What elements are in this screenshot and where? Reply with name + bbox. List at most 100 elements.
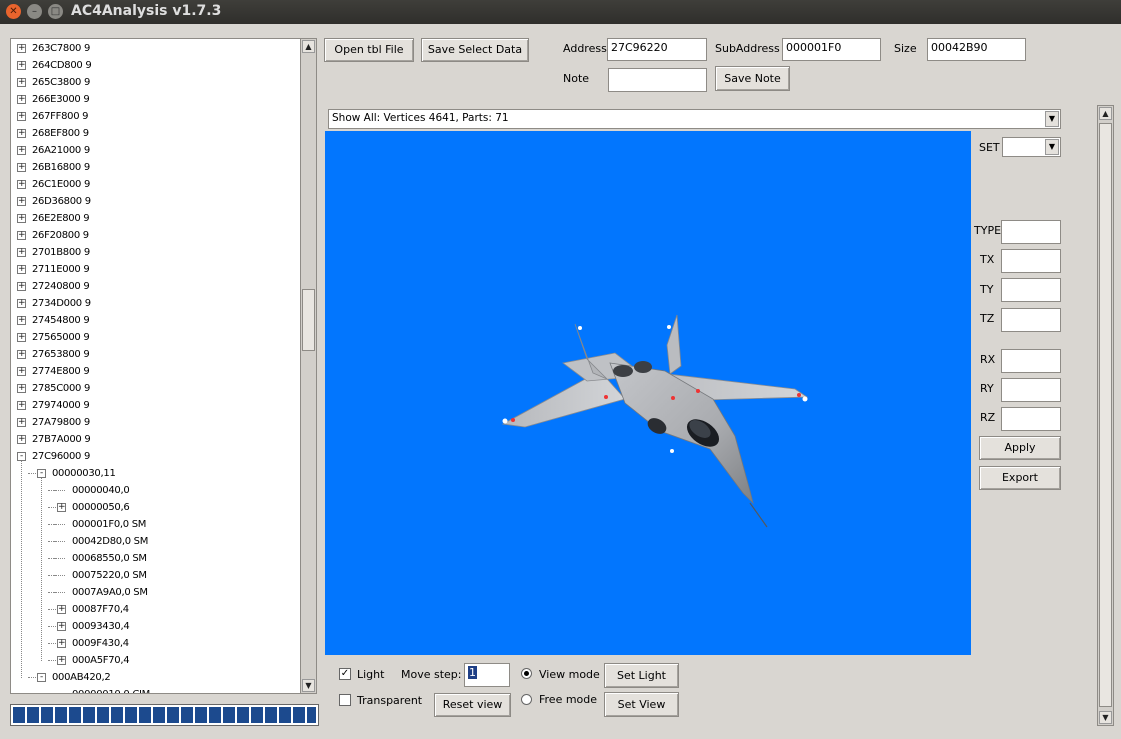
expand-icon[interactable]: +	[17, 78, 26, 87]
tree-scroll-thumb[interactable]	[302, 289, 315, 351]
address-field[interactable]: 27C96220	[607, 38, 707, 61]
collapse-icon[interactable]: -	[37, 673, 46, 682]
expand-icon[interactable]: +	[17, 316, 26, 325]
tree-item[interactable]: +264CD800 9	[11, 57, 300, 74]
tree-item[interactable]: +2774E800 9	[11, 363, 300, 380]
expand-icon[interactable]: +	[17, 418, 26, 427]
set-light-button[interactable]: Set Light	[604, 663, 679, 688]
tree-item[interactable]: 000001F0,0 SM	[11, 516, 300, 533]
expand-icon[interactable]: +	[17, 95, 26, 104]
scroll-down-arrow[interactable]: ▼	[1099, 711, 1112, 724]
chevron-down-icon[interactable]: ▼	[1045, 111, 1059, 127]
expand-icon[interactable]: +	[57, 605, 66, 614]
tree-item[interactable]: +26D36800 9	[11, 193, 300, 210]
tree-item[interactable]: +2785C000 9	[11, 380, 300, 397]
tree-item[interactable]: +26A21000 9	[11, 142, 300, 159]
tree-item[interactable]: 00068550,0 SM	[11, 550, 300, 567]
rx-field[interactable]	[1001, 349, 1061, 373]
light-checkbox[interactable]: ✓	[339, 668, 351, 680]
tree-item[interactable]: +27240800 9	[11, 278, 300, 295]
subaddress-field[interactable]: 000001F0	[782, 38, 881, 61]
tree-item[interactable]: -27C96000 9	[11, 448, 300, 465]
expand-icon[interactable]: +	[57, 656, 66, 665]
open-tbl-file-button[interactable]: Open tbl File	[324, 38, 414, 62]
tree-item[interactable]: +2711E000 9	[11, 261, 300, 278]
expand-icon[interactable]: +	[17, 367, 26, 376]
close-window-button[interactable]: ✕	[6, 4, 21, 19]
expand-icon[interactable]: +	[17, 299, 26, 308]
address-tree[interactable]: +263C7800 9 +264CD800 9 +265C3800 9 +266E30…	[10, 38, 301, 694]
tree-item[interactable]: +27B7A000 9	[11, 431, 300, 448]
view-mode-radio[interactable]	[521, 668, 532, 679]
rz-field[interactable]	[1001, 407, 1061, 431]
expand-icon[interactable]: +	[17, 350, 26, 359]
expand-icon[interactable]: +	[17, 248, 26, 257]
expand-icon[interactable]: +	[17, 180, 26, 189]
ry-field[interactable]	[1001, 378, 1061, 402]
tree-item[interactable]: +267FF800 9	[11, 108, 300, 125]
free-mode-radio[interactable]	[521, 694, 532, 705]
expand-icon[interactable]: +	[17, 129, 26, 138]
collapse-icon[interactable]: -	[17, 452, 26, 461]
maximize-window-button[interactable]: □	[48, 4, 63, 19]
right-scroll-thumb[interactable]	[1099, 123, 1112, 707]
expand-icon[interactable]: +	[17, 231, 26, 240]
tree-item[interactable]: +27974000 9	[11, 397, 300, 414]
size-field[interactable]: 00042B90	[927, 38, 1026, 61]
expand-icon[interactable]: +	[17, 112, 26, 121]
reset-view-button[interactable]: Reset view	[434, 693, 511, 717]
export-button[interactable]: Export	[979, 466, 1061, 490]
expand-icon[interactable]: +	[17, 61, 26, 70]
minimize-window-button[interactable]: –	[27, 4, 42, 19]
expand-icon[interactable]: +	[17, 401, 26, 410]
tree-item[interactable]: +00093430,4	[11, 618, 300, 635]
expand-icon[interactable]: +	[17, 265, 26, 274]
ty-field[interactable]	[1001, 278, 1061, 302]
right-scrollbar[interactable]: ▲ ▼	[1097, 105, 1114, 726]
view-select[interactable]: Show All: Vertices 4641, Parts: 71 ▼	[328, 109, 1061, 129]
tree-item[interactable]: +2701B800 9	[11, 244, 300, 261]
expand-icon[interactable]: +	[57, 639, 66, 648]
tree-item[interactable]: +00000050,6	[11, 499, 300, 516]
tree-item[interactable]: 00000010,0 CIM	[11, 686, 300, 693]
tz-field[interactable]	[1001, 308, 1061, 332]
tree-item[interactable]: +27653800 9	[11, 346, 300, 363]
save-note-button[interactable]: Save Note	[715, 66, 790, 91]
tree-item[interactable]: 00042D80,0 SM	[11, 533, 300, 550]
tree-item[interactable]: +27454800 9	[11, 312, 300, 329]
tree-item[interactable]: 00000040,0	[11, 482, 300, 499]
collapse-icon[interactable]: -	[37, 469, 46, 478]
model-viewport[interactable]	[325, 131, 971, 655]
expand-icon[interactable]: +	[17, 333, 26, 342]
tree-item[interactable]: +26F20800 9	[11, 227, 300, 244]
tree-item[interactable]: +2734D000 9	[11, 295, 300, 312]
expand-icon[interactable]: +	[17, 214, 26, 223]
note-field[interactable]	[608, 68, 707, 92]
type-field[interactable]	[1001, 220, 1061, 244]
tree-scrollbar[interactable]: ▲ ▼	[300, 38, 317, 694]
move-step-field[interactable]: 1	[464, 663, 510, 687]
expand-icon[interactable]: +	[17, 197, 26, 206]
scroll-down-arrow[interactable]: ▼	[302, 679, 315, 692]
scroll-up-arrow[interactable]: ▲	[1099, 107, 1112, 120]
expand-icon[interactable]: +	[17, 435, 26, 444]
expand-icon[interactable]: +	[17, 163, 26, 172]
expand-icon[interactable]: +	[17, 146, 26, 155]
tree-item[interactable]: +266E3000 9	[11, 91, 300, 108]
set-select[interactable]: ▼	[1002, 137, 1061, 157]
expand-icon[interactable]: +	[57, 503, 66, 512]
tree-item[interactable]: +268EF800 9	[11, 125, 300, 142]
tree-item[interactable]: +26E2E800 9	[11, 210, 300, 227]
tree-item[interactable]: 00075220,0 SM	[11, 567, 300, 584]
tree-item[interactable]: +27565000 9	[11, 329, 300, 346]
expand-icon[interactable]: +	[17, 384, 26, 393]
apply-button[interactable]: Apply	[979, 436, 1061, 460]
tree-item[interactable]: +263C7800 9	[11, 40, 300, 57]
expand-icon[interactable]: +	[17, 44, 26, 53]
expand-icon[interactable]: +	[57, 622, 66, 631]
tree-item[interactable]: -00000030,11	[11, 465, 300, 482]
save-select-data-button[interactable]: Save Select Data	[421, 38, 529, 62]
transparent-checkbox[interactable]	[339, 694, 351, 706]
set-view-button[interactable]: Set View	[604, 692, 679, 717]
tree-item[interactable]: +265C3800 9	[11, 74, 300, 91]
